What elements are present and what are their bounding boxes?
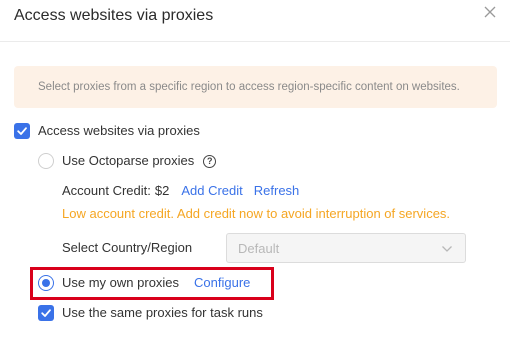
low-credit-warning: Low account credit. Add credit now to av… [62,206,451,221]
same-proxies-label: Use the same proxies for task runs [62,305,263,320]
access-proxies-checkbox[interactable] [14,123,30,139]
radio-dot [42,279,50,287]
help-icon[interactable]: ? [203,154,217,168]
info-notice: Select proxies from a specific region to… [14,66,497,108]
country-region-value: Default [238,241,280,256]
own-proxies-option[interactable]: Use my own proxies Configure [38,275,250,291]
dialog-title: Access websites via proxies [14,7,214,24]
octoparse-proxies-label: Use Octoparse proxies [62,153,195,168]
octoparse-proxies-option[interactable]: Use Octoparse proxies ? [38,153,217,169]
proxy-dialog: Access websites via proxies Select proxi… [0,0,510,342]
access-proxies-label: Access websites via proxies [38,123,200,138]
dialog-header: Access websites via proxies [0,0,510,42]
check-icon [41,309,51,317]
own-proxies-radio[interactable] [38,275,54,291]
check-icon [17,127,27,135]
octoparse-proxies-radio[interactable] [38,153,54,169]
country-region-select[interactable]: Default [226,233,466,263]
add-credit-link[interactable]: Add Credit [181,183,242,199]
same-proxies-option[interactable]: Use the same proxies for task runs [38,305,263,321]
account-credit-amount: $2 [154,183,170,198]
configure-link[interactable]: Configure [194,275,250,291]
notice-text: Select proxies from a specific region to… [38,81,460,93]
account-credit-row: Account Credit: $2 Add Credit Refresh [62,183,299,199]
access-proxies-option[interactable]: Access websites via proxies [14,123,200,139]
own-proxies-label: Use my own proxies [62,275,180,290]
same-proxies-checkbox[interactable] [38,305,54,321]
account-credit-label: Account Credit: [62,183,151,198]
refresh-link[interactable]: Refresh [254,183,300,199]
country-region-label: Select Country/Region [62,240,193,255]
chevron-down-icon [442,246,452,252]
close-icon[interactable] [483,5,497,19]
